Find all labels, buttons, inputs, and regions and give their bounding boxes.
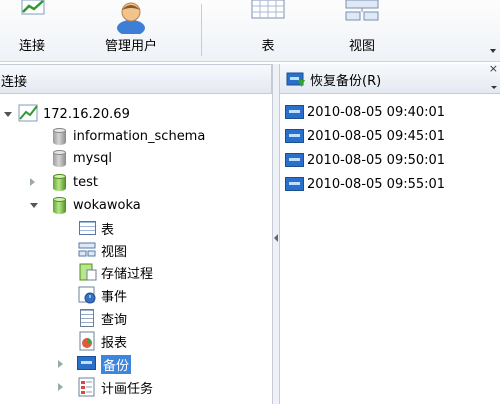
- expand-closed-icon[interactable]: [58, 383, 63, 391]
- view-grid-icon: [342, 0, 382, 34]
- backup-timestamp: 2010-08-05 09:40:01: [307, 104, 446, 120]
- panel-splitter[interactable]: [272, 64, 280, 404]
- tree-node-label: 172.16.20.69: [43, 106, 130, 122]
- tree-node-label: 查询: [101, 312, 128, 328]
- tree-node-queries[interactable]: 查询: [76, 307, 127, 329]
- tree-node-database[interactable]: test: [30, 171, 98, 193]
- table-button-label: 表: [261, 39, 275, 54]
- backup-file-icon: [284, 128, 304, 144]
- tree-node-label: 存储过程: [101, 266, 154, 282]
- tree-node-label: information_schema: [73, 128, 206, 144]
- backup-file-icon: [284, 176, 304, 192]
- restore-backup-button[interactable]: 恢复备份(R): [286, 68, 381, 90]
- table-grid-icon: [248, 0, 288, 34]
- tree-node-schedules[interactable]: 计画任务: [58, 376, 153, 398]
- panel-close-icon[interactable]: ×: [489, 62, 498, 75]
- connection-icon: [12, 0, 52, 34]
- report-icon: [76, 331, 98, 351]
- server-connection-icon: [18, 104, 40, 124]
- tree-node-label: 视图: [101, 244, 128, 260]
- tree-node-views[interactable]: 视图: [76, 239, 127, 261]
- user-icon: [111, 0, 151, 36]
- database-green-icon: [48, 195, 70, 215]
- tree-node-label: test: [73, 174, 98, 190]
- backup-panel-toolbar: 恢复备份(R) ×: [280, 62, 500, 94]
- restore-backup-icon: [286, 70, 306, 88]
- restore-backup-label: 恢复备份(R): [310, 73, 382, 89]
- tree-node-procedures[interactable]: 存储过程: [76, 261, 153, 283]
- backup-file-icon: [284, 104, 304, 120]
- event-clock-icon: [76, 285, 98, 305]
- database-green-icon: [48, 172, 70, 192]
- connection-button[interactable]: 连接: [12, 0, 52, 60]
- list-item[interactable]: 2010-08-05 09:40:01: [284, 100, 500, 124]
- tree-node-label: 事件: [101, 289, 128, 305]
- tree-node-tables[interactable]: 表: [76, 217, 114, 239]
- schedule-icon: [76, 377, 98, 397]
- tree-node-database[interactable]: mysql: [48, 147, 112, 169]
- toolbar-overflow-chevron-icon[interactable]: [490, 49, 496, 53]
- expand-open-icon[interactable]: [4, 111, 12, 117]
- list-item[interactable]: 2010-08-05 09:55:01: [284, 172, 500, 196]
- collapse-arrow-icon[interactable]: [274, 234, 278, 242]
- backup-list: 2010-08-05 09:40:01 2010-08-05 09:45:01 …: [284, 100, 500, 196]
- tree-node-label: mysql: [73, 150, 112, 166]
- expand-open-icon[interactable]: [30, 202, 38, 208]
- expand-closed-icon[interactable]: [58, 360, 63, 368]
- database-gray-icon: [48, 126, 70, 146]
- main-toolbar: 连接 管理用户 表 视图: [0, 0, 500, 62]
- tree-node-reports[interactable]: 报表: [76, 330, 127, 352]
- manage-users-button-label: 管理用户: [104, 39, 157, 54]
- tree-node-label: 备份: [101, 354, 132, 374]
- backup-timestamp: 2010-08-05 09:45:01: [307, 128, 446, 144]
- database-gray-icon: [48, 148, 70, 168]
- manage-users-button[interactable]: 管理用户: [94, 0, 168, 60]
- procedure-icon: [76, 262, 98, 282]
- expand-closed-icon[interactable]: [30, 178, 35, 186]
- tree-node-database[interactable]: wokawoka: [30, 194, 141, 216]
- view-button[interactable]: 视图: [342, 0, 382, 60]
- tree-node-label: wokawoka: [73, 197, 141, 213]
- query-icon: [76, 308, 98, 328]
- toolbar-separator: [201, 4, 202, 56]
- tree-node-label: 计画任务: [101, 381, 154, 397]
- backup-file-icon: [284, 152, 304, 168]
- panel-menu-chevron-icon[interactable]: [491, 86, 497, 89]
- tree-node-label: 报表: [101, 335, 128, 351]
- connection-button-label: 连接: [18, 39, 45, 54]
- list-item[interactable]: 2010-08-05 09:50:01: [284, 148, 500, 172]
- view-icon: [76, 240, 98, 260]
- tree-node-server[interactable]: 172.16.20.69: [4, 103, 130, 125]
- tree-node-backups[interactable]: 备份: [58, 353, 132, 375]
- table-icon: [76, 218, 98, 238]
- table-button[interactable]: 表: [248, 0, 288, 60]
- tree-node-label: 表: [101, 222, 115, 238]
- connection-panel-header: 连接: [0, 64, 272, 94]
- backup-timestamp: 2010-08-05 09:50:01: [307, 152, 446, 168]
- list-item[interactable]: 2010-08-05 09:45:01: [284, 124, 500, 148]
- tree-node-events[interactable]: 事件: [76, 284, 127, 306]
- backup-icon: [76, 354, 98, 374]
- backup-timestamp: 2010-08-05 09:55:01: [307, 176, 446, 192]
- view-button-label: 视图: [348, 39, 375, 54]
- connection-tree[interactable]: 172.16.20.69 information_schema mysql te…: [0, 96, 272, 404]
- tree-node-database[interactable]: information_schema: [48, 125, 205, 147]
